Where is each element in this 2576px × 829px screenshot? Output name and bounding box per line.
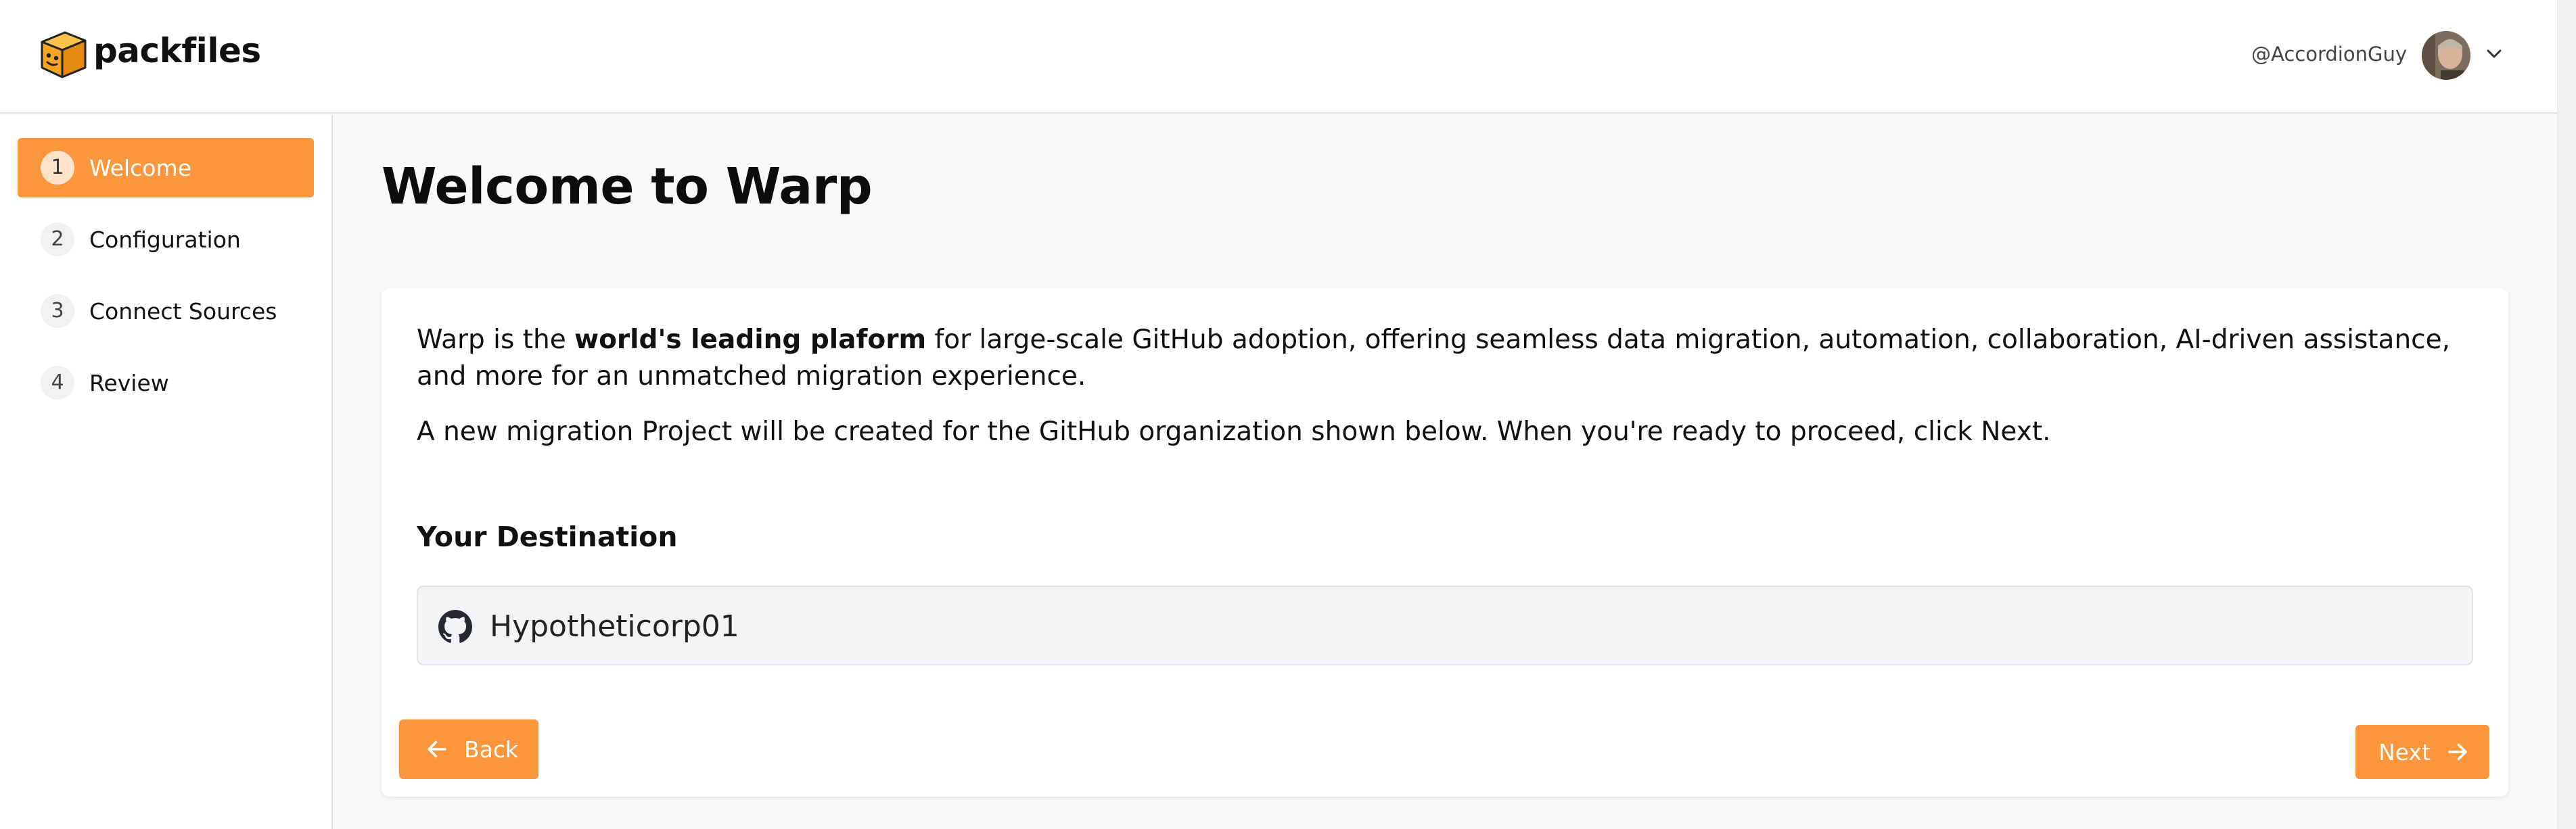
destination-heading: Your Destination: [417, 521, 678, 553]
github-icon: [438, 610, 472, 643]
step-number: 2: [41, 222, 74, 256]
username: @AccordionGuy: [2251, 43, 2407, 66]
next-label: Next: [2378, 738, 2431, 765]
page-scrollbar[interactable]: [2557, 0, 2576, 829]
wizard-sidebar: 1 Welcome 2 Configuration 3 Connect Sour…: [0, 115, 333, 829]
sidebar-step-review[interactable]: 4 Review: [18, 353, 314, 412]
step-label: Review: [89, 369, 169, 396]
avatar[interactable]: [2422, 31, 2470, 80]
intro-emphasis: world's leading plaform: [574, 325, 927, 355]
step-label: Configuration: [89, 226, 241, 253]
step-label: Welcome: [89, 154, 191, 181]
intro-paragraph: Warp is the world's leading plaform for …: [417, 322, 2473, 395]
step-label: Connect Sources: [89, 298, 277, 325]
destination-box: Hypotheticorp01: [417, 586, 2473, 665]
back-button[interactable]: Back: [399, 719, 538, 779]
page-title: Welcome to Warp: [382, 158, 873, 216]
next-button[interactable]: Next: [2355, 725, 2489, 779]
step-number: 4: [41, 366, 74, 400]
avatar-image: [2422, 31, 2470, 80]
sidebar-step-connect-sources[interactable]: 3 Connect Sources: [18, 281, 314, 341]
packfiles-logo[interactable]: [38, 27, 88, 80]
top-header: packfiles @AccordionGuy: [0, 0, 2557, 114]
intro-prefix: Warp is the: [417, 325, 575, 355]
destination-org-name: Hypotheticorp01: [490, 609, 739, 644]
step-number: 1: [41, 151, 74, 185]
instructions-paragraph: A new migration Project will be created …: [417, 417, 2051, 447]
step-number: 3: [41, 294, 74, 328]
sidebar-step-welcome[interactable]: 1 Welcome: [18, 138, 314, 197]
back-label: Back: [464, 736, 519, 763]
brand-name: packfiles: [93, 31, 261, 70]
chevron-down-icon[interactable]: [2484, 43, 2504, 64]
welcome-card: Warp is the world's leading plaform for …: [382, 288, 2508, 797]
arrow-left-icon: [428, 740, 446, 758]
arrow-right-icon: [2448, 743, 2467, 761]
sidebar-step-configuration[interactable]: 2 Configuration: [18, 210, 314, 269]
